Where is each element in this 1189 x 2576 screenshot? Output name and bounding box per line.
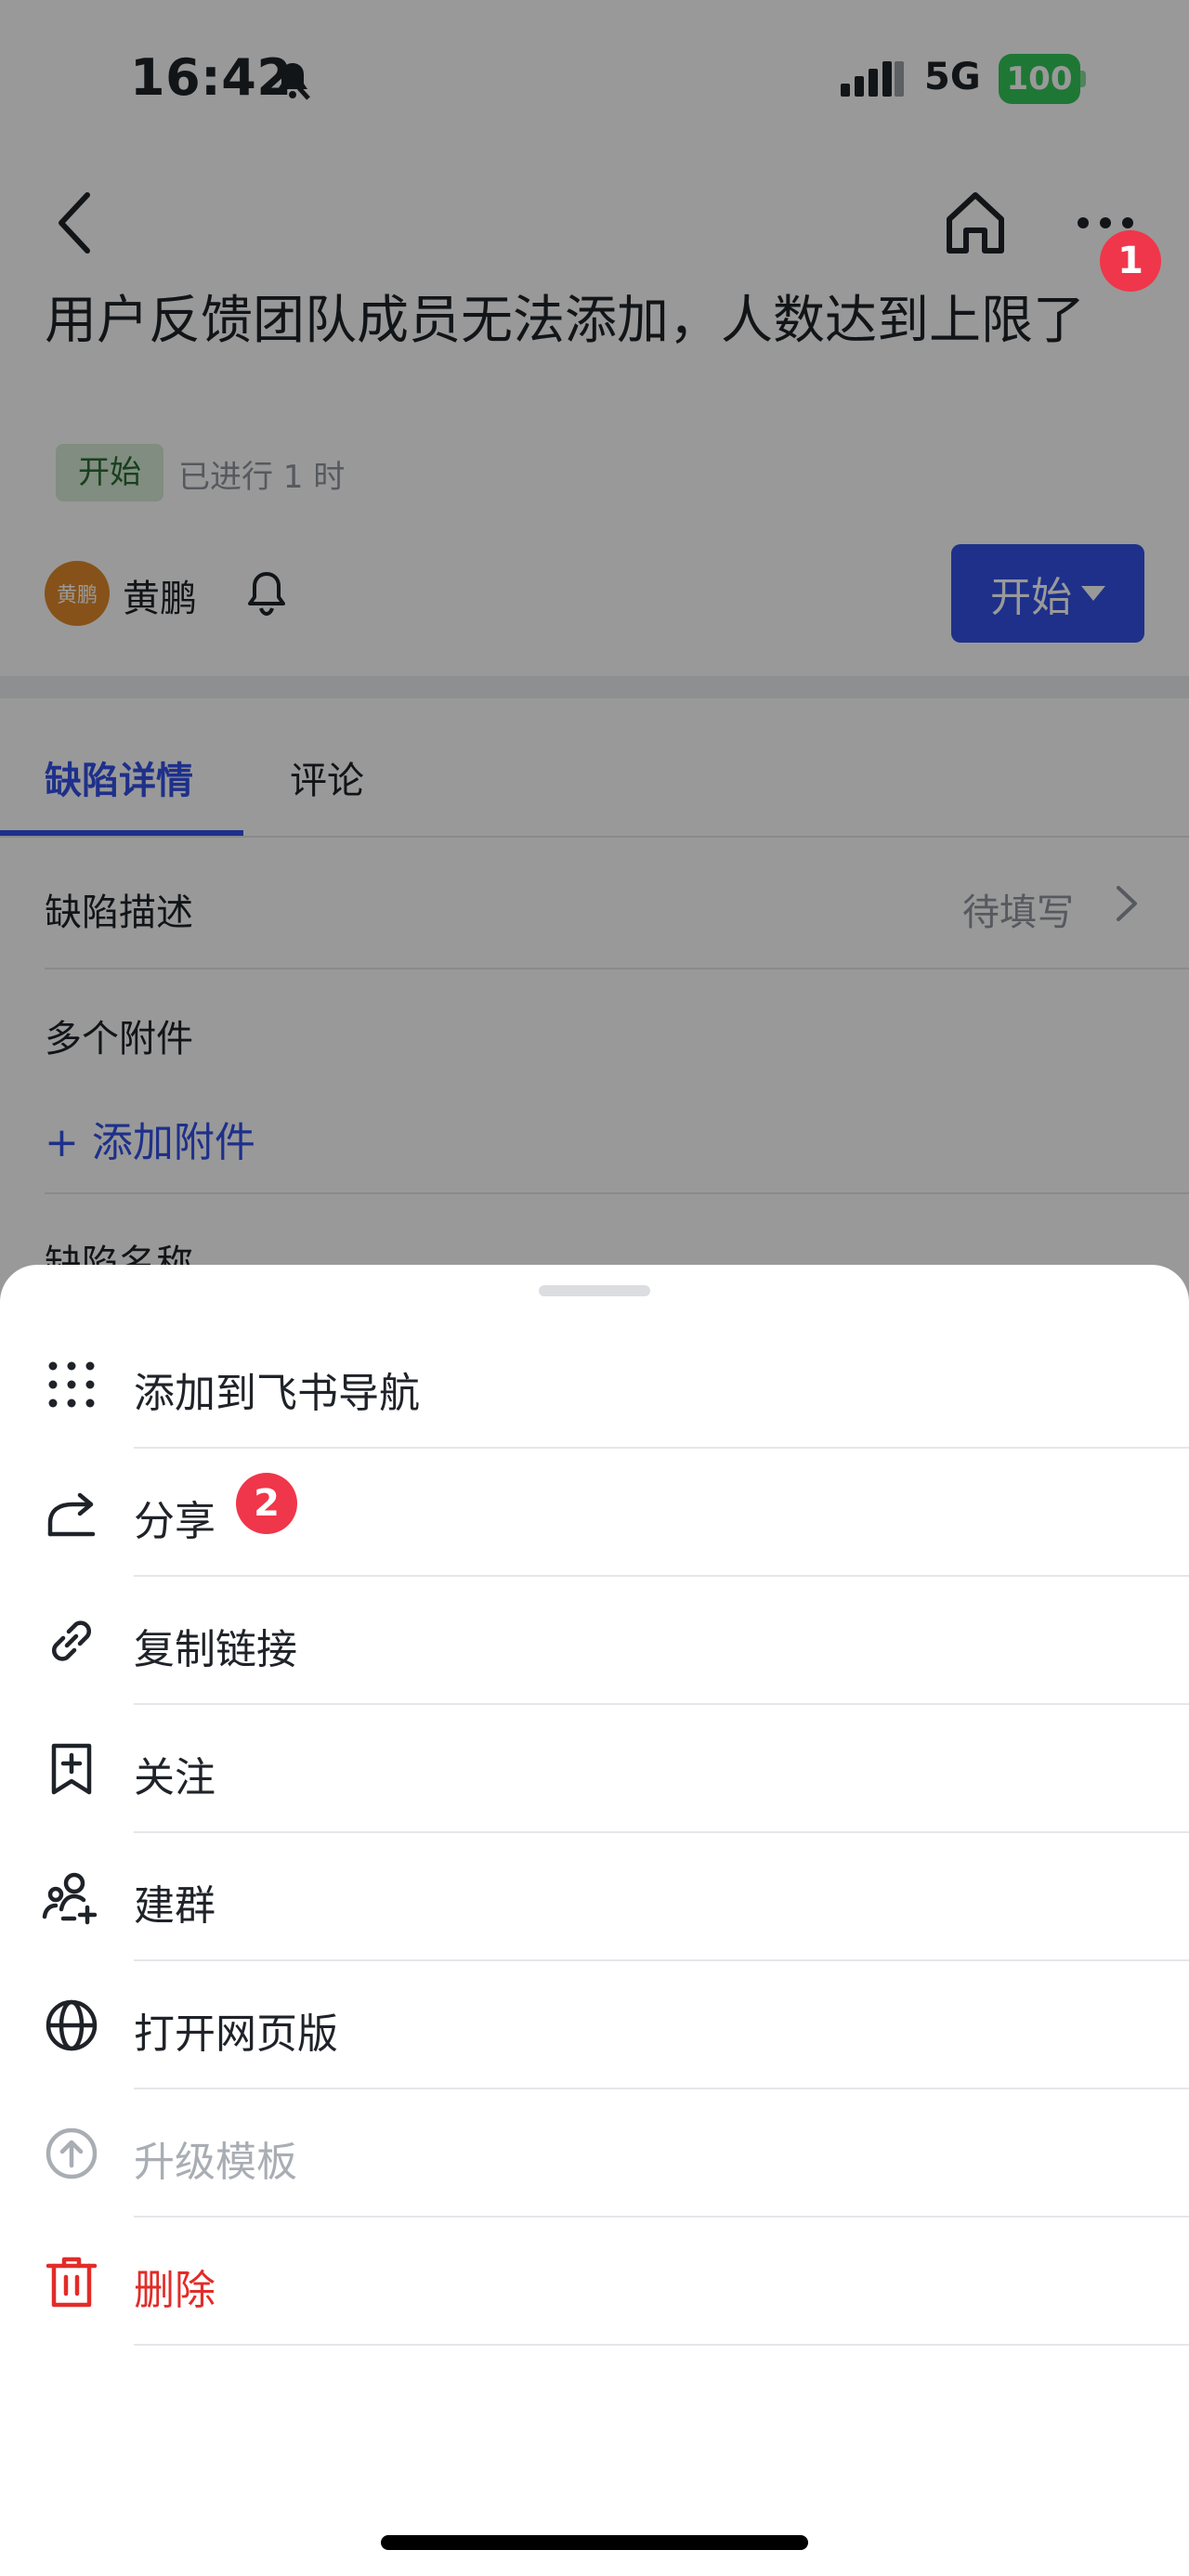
- menu-item-add-to-nav[interactable]: 添加到飞书导航: [0, 1321, 1189, 1449]
- home-indicator[interactable]: [381, 2535, 808, 2550]
- menu-label: 添加到飞书导航: [134, 1370, 420, 1417]
- link-icon: [52, 1620, 91, 1661]
- grid-dots-icon: [48, 1361, 95, 1408]
- share-icon: [47, 1492, 96, 1537]
- menu-label: 删除: [134, 2267, 216, 2314]
- menu-item-create-group[interactable]: 建群: [0, 1833, 1189, 1961]
- menu-label: 关注: [134, 1754, 216, 1802]
- menu-label: 升级模板: [134, 2139, 297, 2186]
- globe-icon: [46, 1999, 98, 2051]
- step-marker-2: 2: [236, 1473, 297, 1534]
- menu-item-follow[interactable]: 关注: [0, 1705, 1189, 1833]
- add-group-icon: [42, 1872, 98, 1925]
- bookmark-plus-icon: [51, 1743, 92, 1795]
- sheet-handle[interactable]: [539, 1285, 650, 1296]
- menu-label: 建群: [134, 1882, 216, 1930]
- menu-label: 打开网页版: [134, 2010, 338, 2058]
- upgrade-icon: [46, 2127, 98, 2179]
- menu-item-open-web[interactable]: 打开网页版: [0, 1961, 1189, 2089]
- menu-divider: [134, 2344, 1189, 2346]
- menu-label: 分享: [134, 1498, 216, 1545]
- menu-item-copy-link[interactable]: 复制链接: [0, 1577, 1189, 1705]
- menu-item-upgrade-template: 升级模板: [0, 2089, 1189, 2218]
- trash-icon: [46, 2257, 98, 2308]
- step-marker-1: 1: [1100, 230, 1161, 292]
- menu-item-share[interactable]: 分享: [0, 1449, 1189, 1577]
- menu-label: 复制链接: [134, 1626, 297, 1673]
- menu-item-delete[interactable]: 删除: [0, 2218, 1189, 2346]
